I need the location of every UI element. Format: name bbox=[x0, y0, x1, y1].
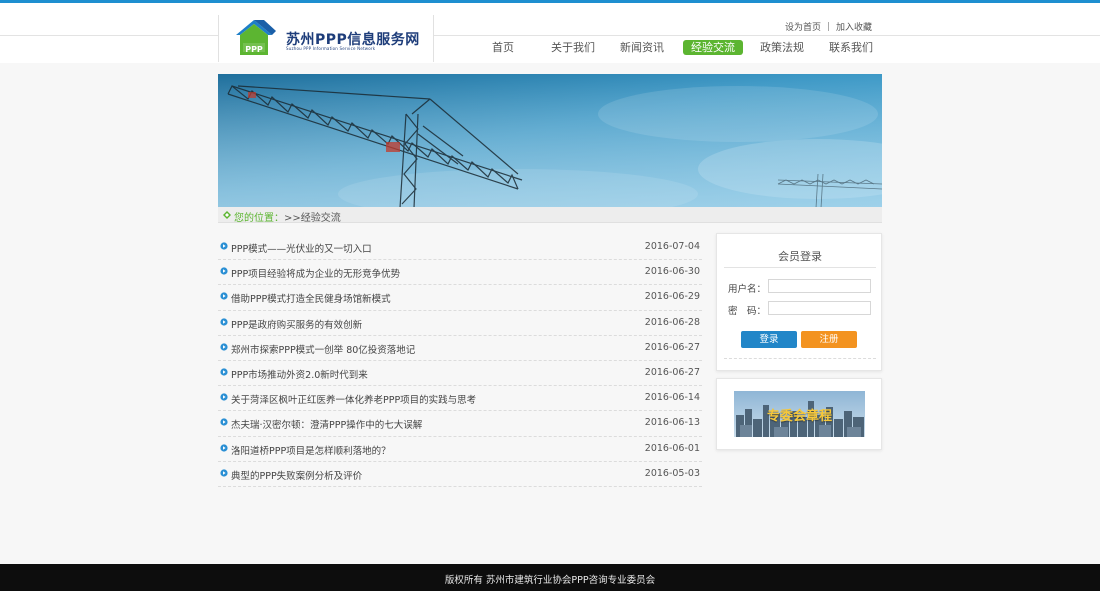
article-date: 2016-07-04 bbox=[644, 241, 700, 252]
list-item[interactable]: 洛阳道桥PPP项目是怎样顺利落地的？ 2016-06-01 bbox=[218, 437, 702, 462]
logo-badge-text: PPP bbox=[245, 45, 263, 54]
article-date: 2016-06-28 bbox=[644, 316, 700, 328]
article-date: 2016-06-14 bbox=[644, 392, 700, 404]
article-date: 2016-06-29 bbox=[644, 291, 700, 303]
set-homepage-link[interactable]: 设为首页 bbox=[785, 23, 821, 33]
list-item[interactable]: 关于菏泽区枫叶正红医养一体化养老PPP项目的实践与思考 2016-06-14 bbox=[218, 386, 702, 412]
diamond-icon bbox=[223, 211, 231, 219]
article-date: 2016-06-13 bbox=[644, 417, 700, 429]
bullet-icon bbox=[220, 292, 228, 300]
login-title: 会员登录 bbox=[778, 250, 822, 263]
bullet-icon bbox=[220, 317, 228, 326]
bullet-icon bbox=[220, 393, 228, 401]
bullet-icon bbox=[220, 267, 228, 275]
charter-label: 专委会章程 bbox=[766, 409, 832, 424]
nav-home[interactable]: 首页 bbox=[474, 40, 532, 55]
article-title[interactable]: PPP项目经验将成为企业的无形竞争优势 bbox=[231, 266, 400, 280]
breadcrumb: 您的位置： >>经验交流 bbox=[218, 207, 882, 224]
list-item[interactable]: PPP项目经验将成为企业的无形竞争优势 2016-06-30 bbox=[218, 260, 702, 286]
link-divider bbox=[827, 22, 829, 31]
breadcrumb-label: 您的位置： bbox=[234, 213, 284, 224]
article-title[interactable]: 典型的PPP失败案例分析及评价 bbox=[231, 468, 362, 482]
nav-about[interactable]: 关于我们 bbox=[544, 40, 602, 55]
list-item[interactable]: PPP市场推动外资2.0新时代到来 2016-06-27 bbox=[218, 361, 702, 387]
username-input[interactable] bbox=[768, 279, 871, 293]
username-label: 用户名： bbox=[728, 284, 767, 295]
list-item[interactable]: 借助PPP模式打造全民健身场馆新模式 2016-06-29 bbox=[218, 285, 702, 311]
article-date: 2016-06-01 bbox=[644, 442, 700, 454]
copyright-text: 版权所有 苏州市建筑行业协会PPP咨询专业委员会 bbox=[444, 575, 656, 586]
charter-panel: 专委会章程 bbox=[716, 378, 882, 450]
password-label: 密 码： bbox=[728, 306, 767, 317]
article-title[interactable]: PPP市场推动外资2.0新时代到来 bbox=[231, 367, 368, 381]
article-title[interactable]: PPP模式——光伏业的又一切入口 bbox=[231, 241, 372, 255]
article-title[interactable]: 郑州市探索PPP模式一创举 80亿投资落地记 bbox=[231, 342, 415, 356]
member-login-panel: 会员登录 用户名： 密 码： 登录 注册 bbox=[716, 233, 882, 371]
article-date: 2016-05-03 bbox=[644, 467, 700, 479]
header-divider bbox=[0, 35, 1100, 36]
breadcrumb-path[interactable]: >>经验交流 bbox=[284, 209, 341, 224]
banner-image bbox=[218, 74, 882, 208]
article-title[interactable]: 洛阳道桥PPP项目是怎样顺利落地的？ bbox=[231, 443, 391, 457]
bullet-icon bbox=[220, 443, 228, 452]
login-bottom-divider bbox=[724, 358, 876, 359]
charter-link[interactable]: 专委会章程 bbox=[734, 391, 865, 437]
bullet-icon bbox=[220, 418, 228, 426]
bullet-icon bbox=[220, 242, 228, 250]
site-logo[interactable]: PPP 苏州PPP信息服务网 Suzhou PPP Information Se… bbox=[218, 15, 434, 62]
top-links: 设为首页 加入收藏 bbox=[785, 20, 872, 33]
bullet-icon bbox=[220, 368, 228, 376]
footer: 版权所有 苏州市建筑行业协会PPP咨询专业委员会 bbox=[0, 564, 1100, 591]
article-title[interactable]: 杰夫瑞·汉密尔顿：澄清PPP操作中的七大误解 bbox=[231, 417, 422, 431]
list-item[interactable]: PPP是政府购买服务的有效创新 2016-06-28 bbox=[218, 311, 702, 336]
article-title[interactable]: 借助PPP模式打造全民健身场馆新模式 bbox=[231, 291, 391, 305]
password-input[interactable] bbox=[768, 301, 871, 315]
article-date: 2016-06-30 bbox=[644, 266, 700, 278]
register-button[interactable]: 注册 bbox=[801, 331, 857, 348]
article-list: PPP模式——光伏业的又一切入口 2016-07-04 PPP项目经验将成为企业… bbox=[218, 235, 702, 487]
login-divider bbox=[724, 267, 876, 268]
article-title[interactable]: 关于菏泽区枫叶正红医养一体化养老PPP项目的实践与思考 bbox=[231, 392, 476, 406]
list-item[interactable]: 典型的PPP失败案例分析及评价 2016-05-03 bbox=[218, 462, 702, 487]
list-item[interactable]: 杰夫瑞·汉密尔顿：澄清PPP操作中的七大误解 2016-06-13 bbox=[218, 411, 702, 437]
nav-contact[interactable]: 联系我们 bbox=[822, 40, 880, 55]
add-favorite-link[interactable]: 加入收藏 bbox=[836, 23, 872, 33]
article-date: 2016-06-27 bbox=[644, 366, 700, 378]
logo-subtitle: Suzhou PPP Information Service Network bbox=[286, 46, 376, 51]
article-title[interactable]: PPP是政府购买服务的有效创新 bbox=[231, 317, 362, 331]
article-date: 2016-06-27 bbox=[644, 341, 700, 353]
list-item[interactable]: 郑州市探索PPP模式一创举 80亿投资落地记 2016-06-27 bbox=[218, 336, 702, 361]
nav-news[interactable]: 新闻资讯 bbox=[613, 40, 671, 55]
house-logo-icon: PPP bbox=[236, 20, 276, 55]
nav-policy[interactable]: 政策法规 bbox=[753, 40, 811, 55]
crane-illustration bbox=[218, 74, 882, 208]
bullet-icon bbox=[220, 469, 228, 477]
nav-experience[interactable]: 经验交流 bbox=[683, 40, 743, 55]
list-item[interactable]: PPP模式——光伏业的又一切入口 2016-07-04 bbox=[218, 235, 702, 261]
login-button[interactable]: 登录 bbox=[741, 331, 797, 348]
bullet-icon bbox=[220, 343, 228, 351]
